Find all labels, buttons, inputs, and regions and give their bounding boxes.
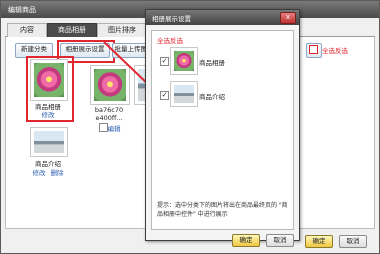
select-all-checkbox[interactable] [309, 45, 318, 54]
dialog-ok-button[interactable]: 确定 [232, 234, 260, 247]
item-thumbnail [170, 47, 198, 75]
dialog-cancel-button[interactable]: 取消 [266, 234, 294, 247]
edit-image-link[interactable]: 编辑 [107, 123, 121, 133]
intro-thumbnail[interactable] [30, 127, 68, 157]
close-icon[interactable]: x [280, 12, 296, 24]
image-name: e400ff... [95, 114, 123, 122]
highlight-box [26, 56, 74, 122]
image-name: ba76c70 [94, 106, 124, 114]
edit-category-link[interactable]: 修改 [32, 167, 46, 177]
delete-category-link[interactable]: 删除 [50, 167, 64, 177]
window-title: 编辑商品 [8, 6, 36, 14]
hint-text: 提示：选中分类下的图片将出在商品最终页的 "商品相册中控件" 中进行展示 [157, 202, 288, 218]
ok-button[interactable]: 确定 [305, 235, 333, 248]
dialog-titlebar: 相册展示设置 x [146, 10, 299, 25]
tab-image-sort[interactable]: 图片排序 [97, 23, 147, 38]
flower-image [174, 51, 194, 71]
item-thumbnail [170, 81, 198, 107]
cancel-button[interactable]: 取消 [339, 235, 367, 248]
item-checkbox[interactable]: ✓ [160, 57, 169, 66]
landscape-image [174, 85, 194, 103]
album-settings-dialog: 相册展示设置 x 全选反选 ✓ 商品相册 ✓ 商品介绍 提示：选中分类下的图片将… [145, 9, 300, 247]
dialog-title: 相册展示设置 [152, 15, 191, 23]
tab-product-album[interactable]: 商品相册 [47, 23, 97, 38]
item-checkbox[interactable]: ✓ [160, 91, 169, 100]
landscape-image [34, 131, 64, 153]
item-label: 商品介绍 [199, 93, 225, 101]
select-all-link[interactable]: 全选反选 [320, 45, 350, 55]
select-all-link[interactable]: 全选反选 [157, 35, 183, 45]
item-label: 商品相册 [199, 59, 225, 67]
dialog-body: 全选反选 ✓ 商品相册 ✓ 商品介绍 提示：选中分类下的图片将出在商品最终页的 … [151, 30, 294, 230]
tab-content[interactable]: 内容 [7, 23, 47, 38]
